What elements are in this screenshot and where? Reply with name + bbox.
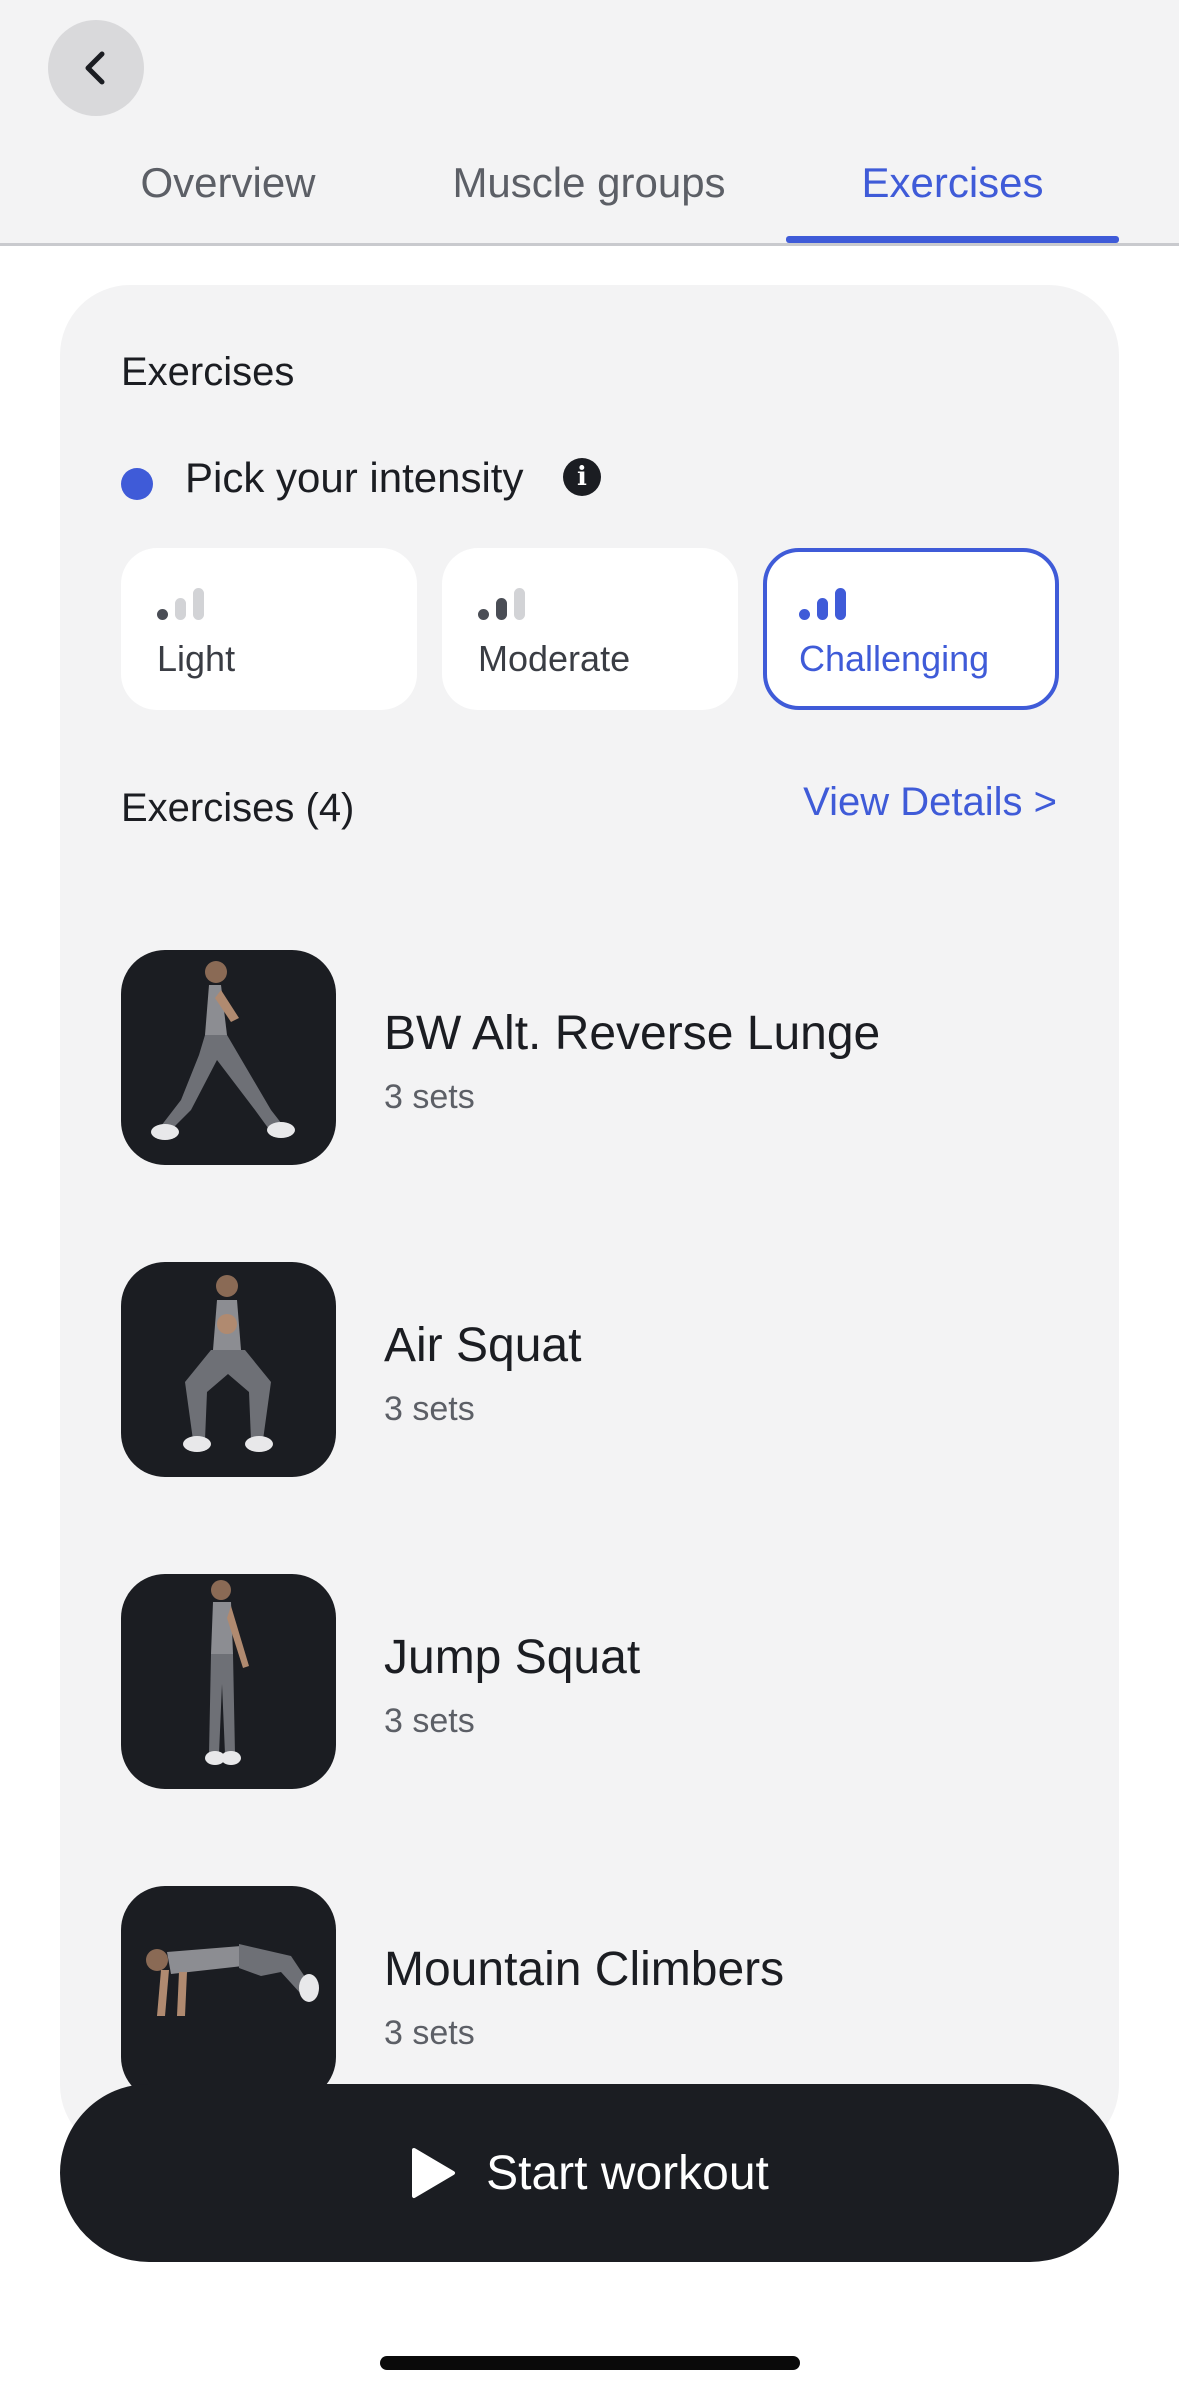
info-icon[interactable]: i: [563, 458, 601, 496]
intensity-dot: [121, 468, 153, 500]
intensity-option-challenging[interactable]: Challenging: [763, 548, 1059, 710]
intensity-option-label: Light: [157, 638, 236, 679]
start-workout-button[interactable]: Start workout: [60, 2084, 1119, 2262]
intensity-header: Pick your intensity i: [121, 450, 721, 506]
exercise-name: Jump Squat: [384, 1631, 641, 1684]
exercise-item[interactable]: Air Squat 3 sets: [121, 1262, 1061, 1478]
exercise-name: Air Squat: [384, 1319, 582, 1372]
start-workout-label: Start workout: [486, 2146, 769, 2200]
exercise-item[interactable]: Jump Squat 3 sets: [121, 1574, 1061, 1790]
exercise-item[interactable]: BW Alt. Reverse Lunge 3 sets: [121, 950, 1061, 1166]
tab-bar: Overview Muscle groups Exercises: [0, 150, 1179, 246]
exercise-count: Exercises (4): [121, 786, 355, 830]
exercise-name: Mountain Climbers: [384, 1943, 785, 1996]
home-indicator: [380, 2356, 800, 2370]
active-tab-indicator: [786, 236, 1119, 243]
exercise-name: BW Alt. Reverse Lunge: [384, 1007, 881, 1060]
intensity-bars-icon: [157, 586, 217, 620]
intensity-option-light[interactable]: Light: [121, 548, 417, 710]
exercise-item[interactable]: Mountain Climbers 3 sets: [121, 1886, 1061, 2102]
exercise-thumbnail: [121, 950, 336, 1165]
tab-exercises[interactable]: Exercises: [786, 150, 1119, 246]
intensity-label: Pick your intensity: [185, 454, 524, 501]
exercise-thumbnail: [121, 1574, 336, 1789]
exercise-thumbnail: [121, 1262, 336, 1477]
intensity-option-label: Challenging: [799, 638, 990, 679]
back-button[interactable]: [48, 20, 144, 116]
exercise-sets: 3 sets: [384, 1702, 475, 1740]
intensity-option-moderate[interactable]: Moderate: [442, 548, 738, 710]
tab-muscle-groups[interactable]: Muscle groups: [430, 150, 748, 246]
exercise-sets: 3 sets: [384, 2014, 475, 2052]
tab-overview[interactable]: Overview: [88, 150, 368, 246]
chevron-left-icon: [85, 51, 105, 85]
exercise-thumbnail: [121, 1886, 336, 2101]
intensity-option-label: Moderate: [478, 638, 631, 679]
intensity-bars-icon: [799, 586, 859, 620]
play-icon: [412, 2148, 456, 2198]
card-title: Exercises: [121, 350, 295, 394]
view-details-link[interactable]: View Details >: [803, 780, 1057, 825]
exercise-sets: 3 sets: [384, 1078, 475, 1116]
exercise-sets: 3 sets: [384, 1390, 475, 1428]
intensity-bars-icon: [478, 586, 538, 620]
